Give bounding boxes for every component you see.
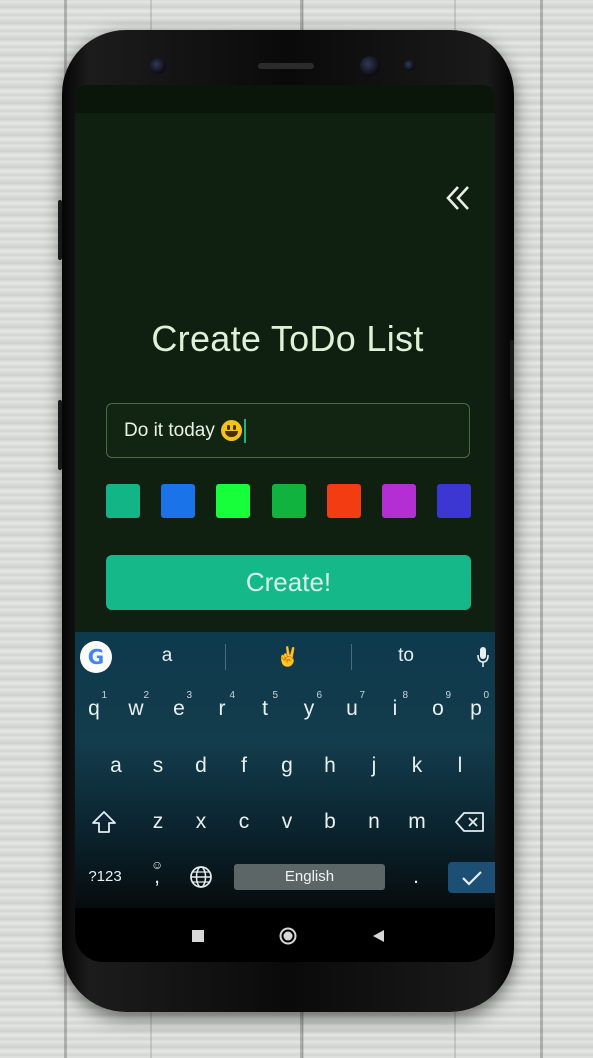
color-swatch-row bbox=[106, 484, 472, 518]
proximity-sensor bbox=[404, 60, 415, 71]
suggestion-divider bbox=[225, 644, 226, 670]
emoji-icon: ☺ bbox=[151, 858, 164, 872]
color-swatch[interactable] bbox=[161, 484, 195, 518]
key-a[interactable]: a bbox=[97, 742, 135, 790]
key-g[interactable]: g bbox=[268, 742, 306, 790]
key-q[interactable]: q1 bbox=[75, 685, 113, 733]
double-chevron-left-icon[interactable] bbox=[443, 183, 473, 213]
smiley-emoji-icon bbox=[220, 420, 242, 441]
create-button[interactable]: Create! bbox=[106, 555, 471, 610]
suggestion-3[interactable]: to bbox=[386, 645, 426, 667]
key-m[interactable]: m bbox=[398, 798, 436, 846]
key-p[interactable]: p0 bbox=[457, 685, 495, 733]
color-swatch[interactable] bbox=[437, 484, 471, 518]
suggestion-divider bbox=[351, 644, 352, 670]
todo-title-input[interactable]: Do it today bbox=[106, 403, 470, 458]
google-icon[interactable]: G bbox=[80, 641, 112, 673]
key-e[interactable]: e3 bbox=[160, 685, 198, 733]
power-button bbox=[510, 340, 514, 400]
color-swatch[interactable] bbox=[272, 484, 306, 518]
front-sensor bbox=[150, 58, 166, 74]
key-v[interactable]: v bbox=[268, 798, 306, 846]
plank-gap bbox=[540, 0, 543, 1058]
key-l[interactable]: l bbox=[441, 742, 479, 790]
page-title: Create ToDo List bbox=[151, 318, 424, 359]
key-r[interactable]: r4 bbox=[203, 685, 241, 733]
app-screen: Create ToDo List Do it today Create! G a… bbox=[75, 85, 495, 962]
check-icon[interactable] bbox=[448, 862, 495, 893]
bixby-button bbox=[58, 400, 62, 470]
key-s[interactable]: s bbox=[139, 742, 177, 790]
key-o[interactable]: o9 bbox=[419, 685, 457, 733]
front-camera bbox=[360, 56, 380, 76]
space-bar[interactable]: English bbox=[234, 864, 385, 890]
key-b[interactable]: b bbox=[311, 798, 349, 846]
volume-button bbox=[58, 200, 62, 260]
key-z[interactable]: z bbox=[139, 798, 177, 846]
color-swatch[interactable] bbox=[327, 484, 361, 518]
key-c[interactable]: c bbox=[225, 798, 263, 846]
navigation-bar bbox=[75, 908, 495, 962]
key-w[interactable]: w2 bbox=[117, 685, 155, 733]
status-bar bbox=[75, 85, 495, 113]
suggestion-1[interactable]: a bbox=[147, 645, 187, 667]
key-k[interactable]: k bbox=[398, 742, 436, 790]
text-cursor bbox=[243, 418, 246, 443]
period-key[interactable]: . bbox=[397, 853, 435, 901]
emoji-comma-key[interactable]: ☺ , bbox=[139, 853, 175, 901]
key-u[interactable]: u7 bbox=[333, 685, 371, 733]
symbols-key[interactable]: ?123 bbox=[82, 853, 128, 901]
suggestion-bar: G a ✌ to bbox=[75, 632, 495, 682]
soft-keyboard: G a ✌ to q1 w2 e3 r4 t5 y6 u7 i8 o9 p0 a bbox=[75, 632, 495, 908]
recents-icon[interactable] bbox=[192, 930, 204, 942]
suggestion-2[interactable]: ✌ bbox=[268, 645, 308, 669]
key-d[interactable]: d bbox=[182, 742, 220, 790]
todo-title-value: Do it today bbox=[124, 419, 215, 441]
color-swatch[interactable] bbox=[216, 484, 250, 518]
key-y[interactable]: y6 bbox=[290, 685, 328, 733]
key-j[interactable]: j bbox=[355, 742, 393, 790]
backspace-icon[interactable] bbox=[449, 798, 491, 846]
shift-icon[interactable] bbox=[85, 798, 123, 846]
mic-icon[interactable] bbox=[477, 646, 489, 668]
key-n[interactable]: n bbox=[355, 798, 393, 846]
globe-icon[interactable] bbox=[182, 853, 220, 901]
color-swatch[interactable] bbox=[382, 484, 416, 518]
key-f[interactable]: f bbox=[225, 742, 263, 790]
key-h[interactable]: h bbox=[311, 742, 349, 790]
key-t[interactable]: t5 bbox=[246, 685, 284, 733]
phone-speaker bbox=[258, 63, 314, 69]
back-icon[interactable] bbox=[371, 929, 385, 943]
color-swatch[interactable] bbox=[106, 484, 140, 518]
home-icon[interactable] bbox=[279, 927, 297, 945]
key-i[interactable]: i8 bbox=[376, 685, 414, 733]
key-x[interactable]: x bbox=[182, 798, 220, 846]
